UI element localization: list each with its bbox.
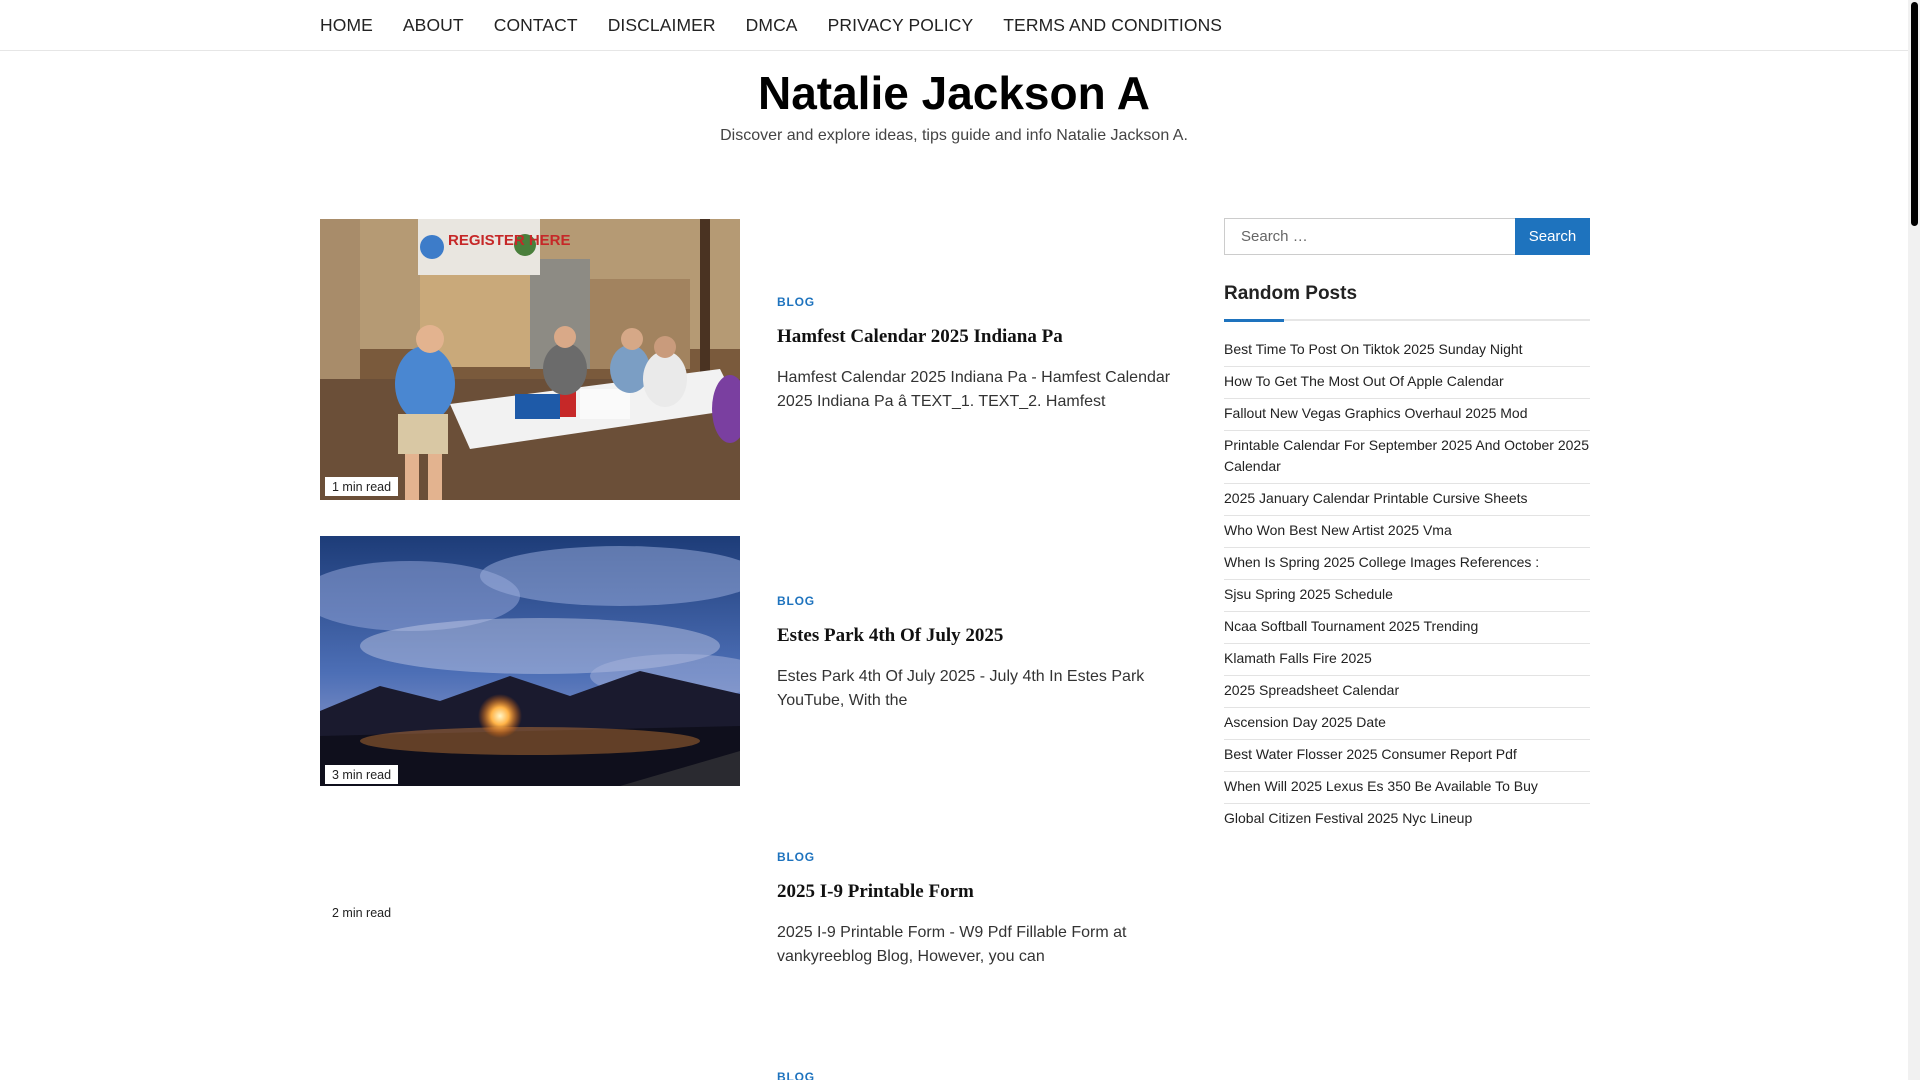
random-post-link[interactable]: Ascension Day 2025 Date — [1224, 708, 1590, 740]
random-posts-heading: Random Posts — [1224, 283, 1358, 304]
random-post-link[interactable]: 2025 Spreadsheet Calendar — [1224, 676, 1590, 708]
random-post-link[interactable]: When Is Spring 2025 College Images Refer… — [1224, 548, 1590, 580]
post-thumbnail-hamfest[interactable]: REGISTER HERE 1 min read — [320, 219, 740, 500]
post-category[interactable]: BLOG — [777, 1070, 1177, 1080]
scrollbar-thumb[interactable] — [1911, 2, 1918, 226]
random-post-link[interactable]: Best Time To Post On Tiktok 2025 Sunday … — [1224, 335, 1590, 367]
post-title[interactable]: 2025 I-9 Printable Form — [777, 881, 1177, 903]
post-body: BLOG Hamfest Calendar 2025 Indiana Pa Ha… — [777, 295, 1177, 414]
post-category[interactable]: BLOG — [777, 850, 1177, 864]
register-sign-text: REGISTER HERE — [448, 232, 571, 249]
nav-item-contact[interactable]: CONTACT — [494, 15, 578, 36]
post-excerpt: Estes Park 4th Of July 2025 - July 4th I… — [777, 668, 1145, 709]
nav-item-dmca[interactable]: DMCA — [746, 15, 798, 36]
random-post-link[interactable]: 2025 January Calendar Printable Cursive … — [1224, 484, 1590, 516]
random-posts-list: Best Time To Post On Tiktok 2025 Sunday … — [1224, 335, 1590, 835]
page-scrollbar[interactable] — [1908, 0, 1920, 1080]
nav-item-privacy-policy[interactable]: PRIVACY POLICY — [828, 15, 974, 36]
post-excerpt: Hamfest Calendar 2025 Indiana Pa - Hamfe… — [777, 369, 1171, 410]
random-post-link[interactable]: Sjsu Spring 2025 Schedule — [1224, 580, 1590, 612]
post-body: BLOG 2025 I-9 Printable Form 2025 I-9 Pr… — [777, 850, 1177, 969]
sidebar: Search Random Posts Best Time To Post On… — [1224, 218, 1590, 835]
read-time-badge: 2 min read — [325, 903, 399, 920]
post-card: BLOG — [320, 1068, 1180, 1080]
random-post-link[interactable]: Who Won Best New Artist 2025 Vma — [1224, 516, 1590, 548]
post-thumbnail-estes-park[interactable]: 3 min read — [320, 536, 740, 786]
nav-item-about[interactable]: ABOUT — [403, 15, 464, 36]
site-title[interactable]: Natalie Jackson A — [0, 66, 1908, 120]
post-title[interactable]: Estes Park 4th Of July 2025 — [777, 625, 1177, 647]
read-time-badge: 1 min read — [325, 477, 399, 496]
estes-park-photo — [320, 536, 740, 786]
search-button[interactable]: Search — [1515, 218, 1590, 255]
nav-item-terms-and-conditions[interactable]: TERMS AND CONDITIONS — [1003, 15, 1222, 36]
post-card: 2 min read BLOG 2025 I-9 Printable Form … — [320, 820, 1180, 970]
post-body: BLOG — [777, 1070, 1177, 1080]
random-post-link[interactable]: When Will 2025 Lexus Es 350 Be Available… — [1224, 772, 1590, 804]
heading-divider — [1224, 319, 1590, 322]
post-excerpt: 2025 I-9 Printable Form - W9 Pdf Fillabl… — [777, 924, 1127, 965]
random-post-link[interactable]: Ncaa Softball Tournament 2025 Trending — [1224, 612, 1590, 644]
post-body: BLOG Estes Park 4th Of July 2025 Estes P… — [777, 594, 1177, 713]
post-title[interactable]: Hamfest Calendar 2025 Indiana Pa — [777, 326, 1177, 348]
search-input[interactable] — [1224, 218, 1515, 255]
random-post-link[interactable]: Klamath Falls Fire 2025 — [1224, 644, 1590, 676]
post-category[interactable]: BLOG — [777, 295, 1177, 309]
random-post-link[interactable]: How To Get The Most Out Of Apple Calenda… — [1224, 367, 1590, 399]
random-post-link[interactable]: Fallout New Vegas Graphics Overhaul 2025… — [1224, 399, 1590, 431]
heading-accent — [1224, 319, 1284, 322]
nav-item-home[interactable]: HOME — [320, 15, 373, 36]
post-card: REGISTER HERE 1 min read BLOG Hamfest Ca… — [320, 219, 1180, 500]
top-navigation: HOME ABOUT CONTACT DISCLAIMER DMCA PRIVA… — [0, 0, 1908, 51]
hamfest-photo: REGISTER HERE — [320, 219, 740, 500]
post-card: 3 min read BLOG Estes Park 4th Of July 2… — [320, 536, 1180, 786]
random-post-link[interactable]: Best Water Flosser 2025 Consumer Report … — [1224, 740, 1590, 772]
random-post-link[interactable]: Global Citizen Festival 2025 Nyc Lineup — [1224, 804, 1590, 835]
nav-item-disclaimer[interactable]: DISCLAIMER — [608, 15, 716, 36]
post-category[interactable]: BLOG — [777, 594, 1177, 608]
read-time-badge: 3 min read — [325, 765, 399, 784]
search-form: Search — [1224, 218, 1590, 255]
site-description: Discover and explore ideas, tips guide a… — [720, 127, 1188, 144]
nav-menu: HOME ABOUT CONTACT DISCLAIMER DMCA PRIVA… — [320, 0, 1252, 50]
random-post-link[interactable]: Printable Calendar For September 2025 An… — [1224, 431, 1590, 484]
post-thumbnail-i9-form[interactable]: 2 min read — [320, 820, 740, 920]
